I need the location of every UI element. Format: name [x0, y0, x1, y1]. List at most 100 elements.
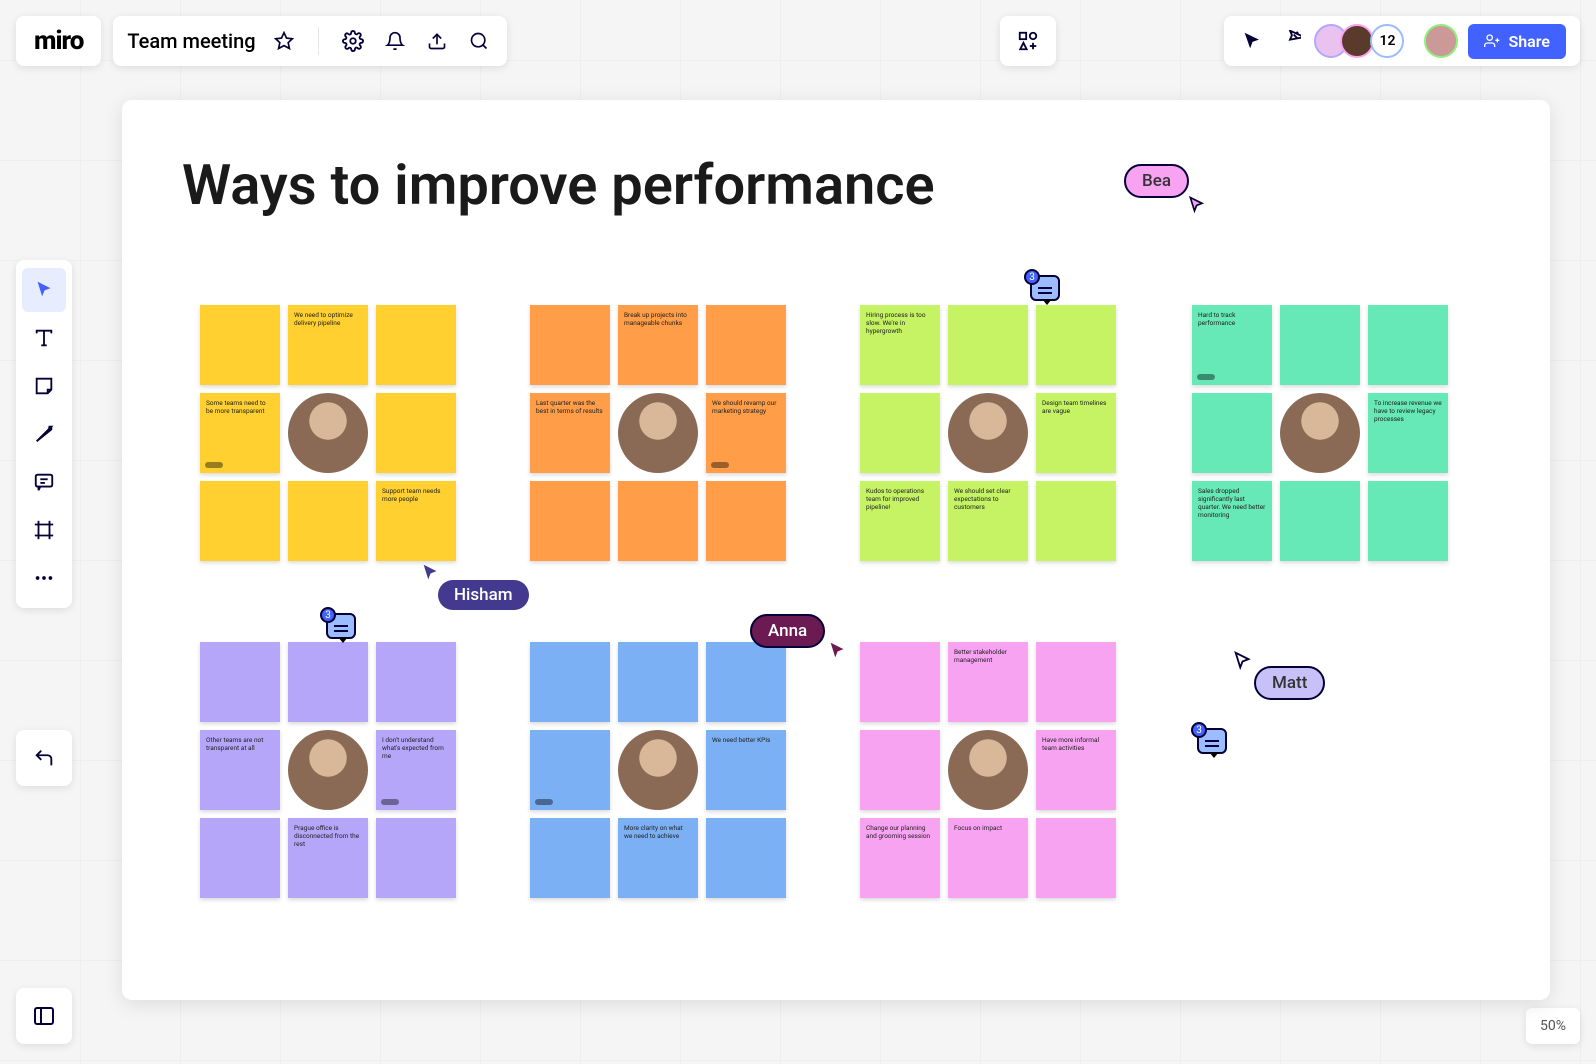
text-tool[interactable]	[22, 316, 66, 360]
sticky-note[interactable]: Have more informal team activities	[1036, 730, 1116, 810]
sticky-note[interactable]	[376, 818, 456, 898]
sticky-note[interactable]: Hard to track performance	[1192, 305, 1272, 385]
comment-thread[interactable]: 3	[326, 613, 356, 639]
sticky-note[interactable]	[706, 481, 786, 561]
line-tool[interactable]	[22, 412, 66, 456]
cluster-purple[interactable]: Other teams are not transparent at all I …	[200, 642, 456, 898]
avatar[interactable]	[1340, 24, 1374, 58]
sticky-note[interactable]	[1368, 481, 1448, 561]
sticky-note[interactable]	[200, 818, 280, 898]
current-user-avatar[interactable]	[1424, 24, 1458, 58]
sticky-note[interactable]	[530, 642, 610, 722]
collaborator-avatars[interactable]: 12	[1314, 24, 1404, 58]
sticky-note[interactable]	[530, 818, 610, 898]
zoom-level[interactable]: 50%	[1526, 1008, 1580, 1044]
sticky-note[interactable]	[1368, 305, 1448, 385]
cluster-orange[interactable]: Break up projects into manageable chunks…	[530, 305, 786, 561]
board-title[interactable]: Team meeting	[127, 29, 255, 53]
sticky-note[interactable]	[1036, 818, 1116, 898]
user-photo	[1280, 393, 1360, 473]
sticky-note[interactable]	[376, 393, 456, 473]
sticky-note[interactable]: I don't understand what's expected from …	[376, 730, 456, 810]
cursor-tool-icon[interactable]	[1238, 27, 1266, 55]
notifications-icon[interactable]	[381, 27, 409, 55]
app-logo[interactable]: miro	[16, 16, 101, 66]
sticky-note[interactable]: To increase revenue we have to review le…	[1368, 393, 1448, 473]
sticky-note[interactable]: We should set clear expectations to cust…	[948, 481, 1028, 561]
sticky-note[interactable]	[530, 305, 610, 385]
cursor-arrow-icon	[1187, 195, 1207, 215]
sticky-note[interactable]: Design team timelines are vague	[1036, 393, 1116, 473]
sticky-note[interactable]	[1036, 481, 1116, 561]
frame-title[interactable]: Ways to improve performance	[182, 152, 935, 218]
sticky-note[interactable]	[376, 642, 456, 722]
comment-tool[interactable]	[22, 460, 66, 504]
sticky-note[interactable]	[200, 481, 280, 561]
sticky-note[interactable]	[200, 305, 280, 385]
sticky-note[interactable]: Other teams are not transparent at all	[200, 730, 280, 810]
comment-thread[interactable]: 3	[1197, 728, 1227, 754]
sticky-note[interactable]	[860, 730, 940, 810]
user-photo	[618, 393, 698, 473]
sticky-note[interactable]	[618, 481, 698, 561]
sticky-note[interactable]	[376, 305, 456, 385]
sticky-note[interactable]	[860, 393, 940, 473]
sticky-note[interactable]: Hiring process is too slow. We're in hyp…	[860, 305, 940, 385]
sticky-note[interactable]: Last quarter was the best in terms of re…	[530, 393, 610, 473]
sticky-note[interactable]	[288, 642, 368, 722]
cluster-yellow[interactable]: We need to optimize delivery pipelineSom…	[200, 305, 456, 561]
select-tool[interactable]	[22, 268, 66, 312]
sticky-note[interactable]: Kudos to operations team for improved pi…	[860, 481, 940, 561]
sticky-note[interactable]	[706, 642, 786, 722]
sticky-note[interactable]	[200, 642, 280, 722]
apps-icon[interactable]	[1000, 16, 1056, 66]
cluster-green[interactable]: Hiring process is too slow. We're in hyp…	[860, 305, 1116, 561]
cursor-arrow-icon	[420, 562, 442, 584]
sticky-note[interactable]	[1280, 305, 1360, 385]
user-photo	[948, 393, 1028, 473]
sticky-note[interactable]: We should revamp our marketing strategy	[706, 393, 786, 473]
sticky-note[interactable]	[948, 305, 1028, 385]
sticky-note[interactable]: Support team needs more people	[376, 481, 456, 561]
canvas-frame[interactable]: Ways to improve performance We need to o…	[122, 100, 1550, 1000]
sticky-note[interactable]: Better stakeholder management	[948, 642, 1028, 722]
sticky-note[interactable]: More clarity on what we need to achieve	[618, 818, 698, 898]
sticky-note-tool[interactable]	[22, 364, 66, 408]
sticky-note[interactable]	[706, 818, 786, 898]
sticky-note[interactable]	[1036, 642, 1116, 722]
sticky-note[interactable]	[530, 730, 610, 810]
user-cursor-hisham: Hisham	[438, 580, 529, 610]
collaborator-count[interactable]: 12	[1370, 24, 1404, 58]
comment-thread[interactable]: 3	[1030, 275, 1060, 301]
frame-tool[interactable]	[22, 508, 66, 552]
sticky-note[interactable]	[530, 481, 610, 561]
panel-toggle[interactable]	[16, 988, 72, 1044]
more-tools[interactable]	[22, 556, 66, 600]
reactions-icon[interactable]	[1276, 27, 1304, 55]
sticky-note[interactable]	[288, 481, 368, 561]
sticky-note[interactable]: We need better KPIs	[706, 730, 786, 810]
cluster-blue[interactable]: We need better KPIsMore clarity on what …	[530, 642, 786, 898]
settings-icon[interactable]	[339, 27, 367, 55]
share-button[interactable]: Share	[1468, 24, 1566, 59]
sticky-note[interactable]	[618, 642, 698, 722]
undo-button[interactable]	[16, 730, 72, 786]
sticky-note[interactable]	[1036, 305, 1116, 385]
sticky-note[interactable]	[1280, 481, 1360, 561]
export-icon[interactable]	[423, 27, 451, 55]
sticky-note[interactable]	[706, 305, 786, 385]
search-icon[interactable]	[465, 27, 493, 55]
sticky-note[interactable]: Prague office is disconnected from the r…	[288, 818, 368, 898]
sticky-note[interactable]: Break up projects into manageable chunks	[618, 305, 698, 385]
sticky-note[interactable]: We need to optimize delivery pipeline	[288, 305, 368, 385]
sticky-note[interactable]: Change our planning and grooming session	[860, 818, 940, 898]
sticky-note[interactable]: Focus on impact	[948, 818, 1028, 898]
sticky-note[interactable]	[1192, 393, 1272, 473]
sticky-note[interactable]: Some teams need to be more transparent	[200, 393, 280, 473]
cluster-mint[interactable]: Hard to track performance To increase rev…	[1192, 305, 1448, 561]
cluster-pink[interactable]: Better stakeholder managementHave more i…	[860, 642, 1116, 898]
logo-text: miro	[34, 26, 83, 56]
sticky-note[interactable]	[860, 642, 940, 722]
sticky-note[interactable]: Sales dropped significantly last quarter…	[1192, 481, 1272, 561]
star-icon[interactable]	[270, 27, 298, 55]
